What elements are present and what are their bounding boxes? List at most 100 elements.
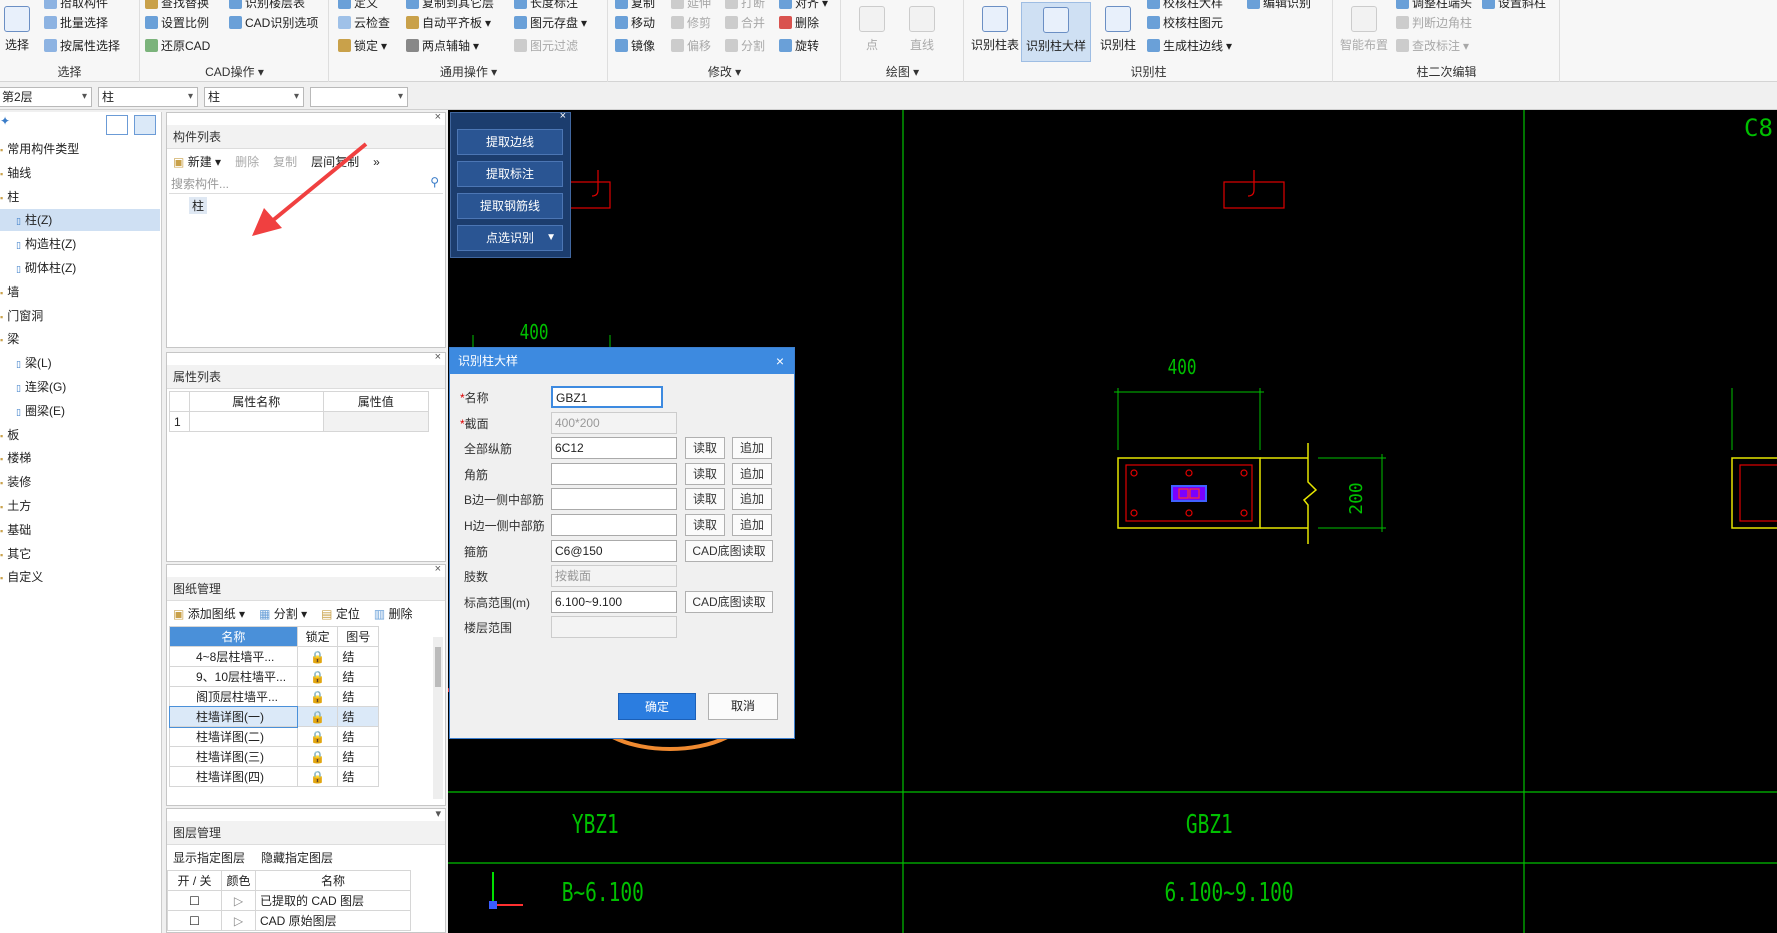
read-button[interactable]: 读取 <box>685 488 725 511</box>
floor-table-button[interactable]: 识别楼层表 <box>229 0 305 11</box>
tree-item[interactable]: ▯ 圈梁(E) <box>0 400 160 422</box>
layer-row[interactable]: ☐ ▷ CAD 原始图层 <box>167 910 411 931</box>
field-input[interactable]: 6.100~9.100 <box>551 590 677 613</box>
new-button[interactable]: ▣ 新建 ▾ <box>173 153 221 170</box>
pick-component-button[interactable]: 拾取构件 <box>44 0 108 11</box>
table-row[interactable]: 柱墙详图(二) 🔒 结 <box>169 726 379 747</box>
tree-item[interactable]: ▪ 自定义 <box>0 566 160 588</box>
close-icon[interactable]: ▾ <box>435 807 441 820</box>
layer-row[interactable]: ☐ ▷ 已提取的 CAD 图层 <box>167 890 411 911</box>
tree-item[interactable]: ▪ 楼梯 <box>0 447 160 469</box>
set-slant-column-button[interactable]: 设置斜柱 <box>1482 0 1546 11</box>
close-icon[interactable]: × <box>435 351 441 363</box>
field-input[interactable]: 6C12 <box>551 437 677 460</box>
identify-column-detail-button[interactable]: 识别柱大样 <box>1021 2 1091 62</box>
select-tool-button[interactable]: 选择 <box>0 2 38 62</box>
delete-button[interactable]: 删除 <box>779 14 819 31</box>
tree-item[interactable]: ▯ 梁(L) <box>0 352 160 374</box>
cad-options-button[interactable]: CAD识别选项 <box>229 14 318 31</box>
add-drawing-button[interactable]: ▣ 添加图纸 ▾ <box>173 605 245 622</box>
identify-column-button[interactable]: 识别柱 <box>1093 2 1143 62</box>
tree-item[interactable]: ▪ 装修 <box>0 471 160 493</box>
append-button[interactable]: 追加 <box>732 514 772 536</box>
append-button[interactable]: 追加 <box>732 488 772 511</box>
layer-checkbox[interactable]: ☐ <box>167 890 222 911</box>
lock-icon[interactable]: 🔒 <box>296 726 339 747</box>
split-button[interactable]: 分割 <box>725 37 765 54</box>
point-button[interactable]: 点 <box>844 2 900 62</box>
trim-button[interactable]: 修剪 <box>671 14 711 31</box>
read-button[interactable]: 读取 <box>685 514 725 536</box>
extract-rebar-button[interactable]: 提取钢筋线 <box>457 193 563 219</box>
confirm-button[interactable]: 确定 <box>618 693 696 720</box>
table-row[interactable]: 柱墙详图(三) 🔒 结 <box>169 746 379 767</box>
drawing-scrollbar[interactable] <box>433 637 443 799</box>
lock-icon[interactable]: 🔒 <box>296 706 339 727</box>
restore-cad-button[interactable]: 还原CAD <box>145 37 210 54</box>
lock-icon[interactable]: 🔒 <box>296 766 339 787</box>
field-input[interactable]: C6@150 <box>551 539 677 562</box>
show-layer-button[interactable]: 显示指定图层 <box>173 849 245 866</box>
tree-item[interactable]: ▯ 构造柱(Z) <box>0 233 160 255</box>
table-row[interactable]: 阁顶层柱墙平... 🔒 结 <box>169 686 379 707</box>
tree-item[interactable]: ▯ 柱(Z) <box>0 209 160 232</box>
tree-item[interactable]: ▪ 基础 <box>0 519 160 541</box>
tree-item[interactable]: ▪ 梁 <box>0 328 160 350</box>
cad-read-button[interactable]: CAD底图读取 <box>685 590 773 613</box>
break-button[interactable]: 打断 <box>725 0 765 11</box>
align-button[interactable]: 对齐 ▾ <box>779 0 828 11</box>
line-button[interactable]: 直线 <box>894 2 950 62</box>
table-row[interactable]: 4~8层柱墙平... 🔒 结 <box>169 646 379 667</box>
generate-column-edge-button[interactable]: 生成柱边线 ▾ <box>1147 37 1232 54</box>
table-row[interactable]: 柱墙详图(一) 🔒 结 <box>168 705 379 728</box>
close-icon[interactable]: × <box>435 563 441 575</box>
element-save-button[interactable]: 图元存盘 ▾ <box>514 14 587 31</box>
component-item[interactable]: 柱 <box>189 197 208 214</box>
close-icon[interactable]: × <box>560 110 566 122</box>
copy-button[interactable]: 复制 <box>615 0 655 11</box>
table-row[interactable]: 柱墙详图(四) 🔒 结 <box>169 766 379 787</box>
list-view-icon[interactable] <box>106 115 128 135</box>
tree-item[interactable]: ▪ 门窗洞 <box>0 305 160 327</box>
edit-identify-button[interactable]: 编辑识别 <box>1247 0 1311 11</box>
read-button[interactable]: 读取 <box>685 462 725 485</box>
tree-item[interactable]: ▯ 连梁(G) <box>0 376 160 398</box>
batch-select-button[interactable]: 批量选择 <box>44 14 108 31</box>
property-value-cell[interactable] <box>322 411 430 432</box>
tree-item[interactable]: ▪ 柱 <box>0 186 160 208</box>
element-filter-button[interactable]: 图元过滤 <box>514 37 578 54</box>
cad-read-button[interactable]: CAD底图读取 <box>685 539 773 562</box>
tree-item[interactable]: ▪ 轴线 <box>0 162 160 184</box>
define-button[interactable]: 定义 <box>338 0 378 11</box>
extract-label-button[interactable]: 提取标注 <box>457 161 563 187</box>
component-type-select[interactable]: 柱 <box>98 87 198 107</box>
tree-item[interactable]: ▯ 砌体柱(Z) <box>0 257 160 279</box>
lock-icon[interactable]: 🔒 <box>296 666 339 687</box>
check-column-element-button[interactable]: 校核柱图元 <box>1147 14 1223 31</box>
copy-to-floor-button[interactable]: 复制到其它层 <box>406 0 494 11</box>
cancel-button[interactable]: 取消 <box>708 693 778 720</box>
mirror-button[interactable]: 镜像 <box>615 37 655 54</box>
layer-expand-icon[interactable]: ▷ <box>221 910 256 931</box>
component-instance-select[interactable] <box>310 87 408 107</box>
auto-align-slab-button[interactable]: 自动平齐板 ▾ <box>406 14 491 31</box>
merge-button[interactable]: 合并 <box>725 14 765 31</box>
smart-layout-button[interactable]: 智能布置 <box>1336 2 1392 62</box>
rotate-button[interactable]: 旋转 <box>779 37 819 54</box>
append-button[interactable]: 追加 <box>732 462 772 485</box>
hide-layer-button[interactable]: 隐藏指定图层 <box>261 849 333 866</box>
component-select[interactable]: 柱 <box>204 87 304 107</box>
lock-icon[interactable]: 🔒 <box>296 746 339 767</box>
property-name-cell[interactable] <box>189 411 324 432</box>
delete-drawing-button[interactable]: ▥ 删除 <box>374 605 413 622</box>
layer-expand-icon[interactable]: ▷ <box>221 890 256 911</box>
point-identify-button[interactable]: 点选识别 ▼ <box>457 225 563 251</box>
lock-icon[interactable]: 🔒 <box>296 686 339 707</box>
field-input[interactable]: GBZ1 <box>551 386 663 408</box>
dropdown-icon[interactable]: ▼ <box>546 226 556 250</box>
offset-button[interactable]: 偏移 <box>671 37 711 54</box>
tree-item[interactable]: ▪ 墙 <box>0 281 160 303</box>
identify-column-table-button[interactable]: 识别柱表 <box>967 2 1023 62</box>
extract-edge-button[interactable]: 提取边线 <box>457 129 563 155</box>
layer-checkbox[interactable]: ☐ <box>167 910 222 931</box>
